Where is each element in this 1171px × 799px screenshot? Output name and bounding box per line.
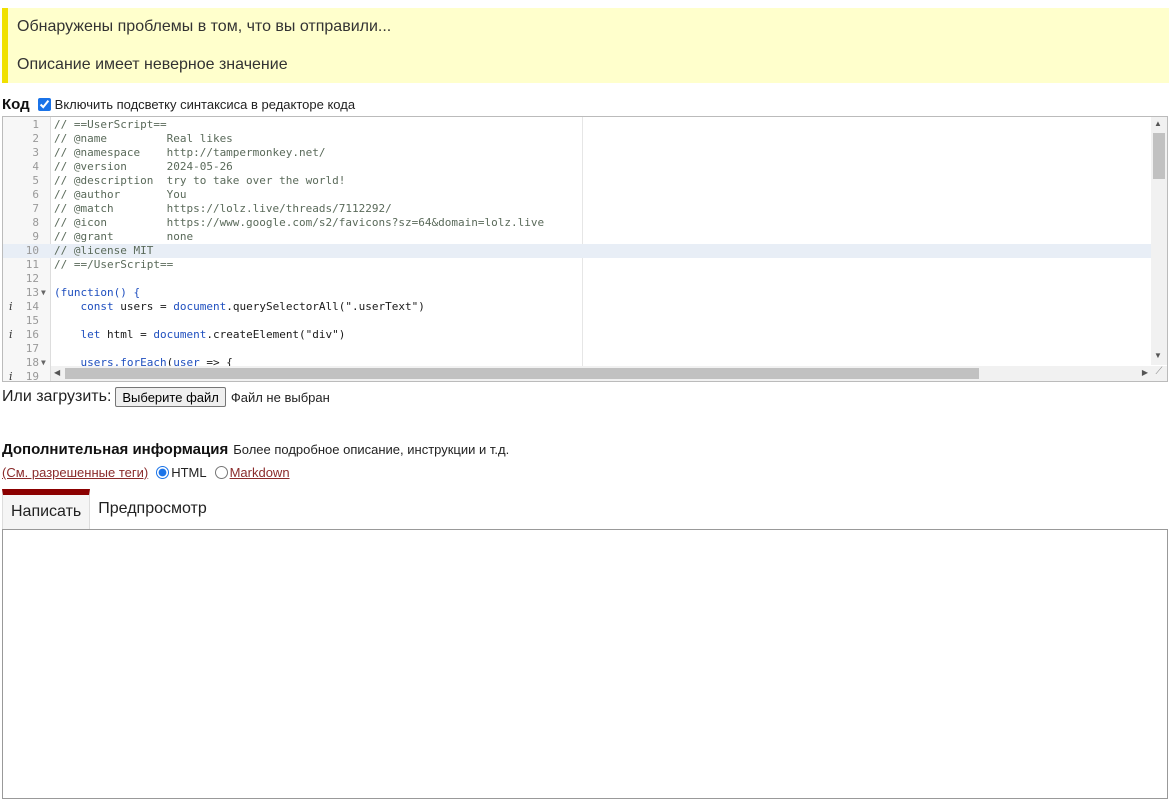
code-line[interactable]: 17 xyxy=(3,342,1167,356)
vertical-scroll-thumb[interactable] xyxy=(1153,133,1165,179)
code-text: // @match https://lolz.live/threads/7112… xyxy=(54,202,392,215)
fold-icon[interactable]: ▼ xyxy=(41,286,46,300)
line-number: 1 xyxy=(32,118,39,131)
line-number: 4 xyxy=(32,160,39,173)
code-line[interactable]: 5 // @description try to take over the wo… xyxy=(3,174,1167,188)
format-markdown-link[interactable]: Markdown xyxy=(230,465,290,480)
code-text: // @name Real likes xyxy=(54,132,233,145)
scroll-left-icon[interactable]: ◀ xyxy=(54,368,60,377)
line-number: 14 xyxy=(25,300,39,313)
code-line[interactable]: i 16 let html = document.createElement("d… xyxy=(3,328,1167,342)
code-editor[interactable]: 1 // ==UserScript== 2 // @name Real likes 3 /… xyxy=(2,116,1168,382)
line-number: 7 xyxy=(32,202,39,215)
format-html-label[interactable]: HTML xyxy=(171,465,206,480)
info-icon: i xyxy=(9,328,13,341)
scroll-right-icon[interactable]: ▶ xyxy=(1142,368,1148,377)
code-text: // @icon https://www.google.com/s2/favic… xyxy=(54,216,545,229)
code-line[interactable]: 13 ▼ (function() { xyxy=(3,286,1167,300)
info-icon: i xyxy=(9,370,13,382)
line-number: 3 xyxy=(32,146,39,159)
vertical-scrollbar[interactable]: ▲ ▼ xyxy=(1151,117,1167,365)
code-line[interactable]: 4 // @version 2024-05-26 xyxy=(3,160,1167,174)
code-text: // @version 2024-05-26 xyxy=(54,160,233,173)
code-line[interactable]: 9 // @grant none xyxy=(3,230,1167,244)
scroll-up-icon[interactable]: ▲ xyxy=(1154,119,1162,128)
resize-grip-icon[interactable]: ⟋ xyxy=(1151,366,1167,381)
syntax-highlight-checkbox[interactable] xyxy=(37,97,51,111)
line-number: 19 xyxy=(25,370,39,382)
code-line[interactable]: 11 // ==/UserScript== xyxy=(3,258,1167,272)
code-line[interactable]: 2 // @name Real likes xyxy=(3,132,1167,146)
line-number: 2 xyxy=(32,132,39,145)
code-text: // @namespace http://tampermonkey.net/ xyxy=(54,146,326,159)
code-line[interactable]: i 14 const users = document.querySelector… xyxy=(3,300,1167,314)
code-line[interactable]: 15 xyxy=(3,314,1167,328)
additional-info-description: Более подробное описание, инструкции и т… xyxy=(233,442,510,457)
fold-icon[interactable]: ▼ xyxy=(41,356,46,370)
tab-write[interactable]: Написать xyxy=(2,489,91,529)
line-number: 13 xyxy=(25,286,39,299)
horizontal-scroll-thumb[interactable] xyxy=(65,368,979,379)
code-line[interactable]: 10 // @license MIT xyxy=(3,244,1167,258)
code-text: const users = document.querySelectorAll(… xyxy=(80,300,425,313)
line-number: 18 xyxy=(25,356,39,369)
code-text: (function() { xyxy=(54,286,141,299)
alert-title: Обнаружены проблемы в том, что вы отправ… xyxy=(17,18,392,35)
format-html-radio[interactable] xyxy=(156,466,170,479)
line-number: 9 xyxy=(32,230,39,243)
line-number: 10 xyxy=(25,244,39,257)
code-label-row: Код Включить подсветку синтаксиса в реда… xyxy=(2,95,355,113)
code-line[interactable]: 8 // @icon https://www.google.com/s2/favi… xyxy=(3,216,1167,230)
line-number: 8 xyxy=(32,216,39,229)
code-line[interactable]: 3 // @namespace http://tampermonkey.net/ xyxy=(3,146,1167,160)
file-status: Файл не выбран xyxy=(230,389,330,405)
code-text: // @description try to take over the wor… xyxy=(54,174,346,187)
line-number: 17 xyxy=(25,342,39,355)
tab-preview[interactable]: Предпросмотр xyxy=(90,489,215,529)
code-label: Код xyxy=(2,95,30,113)
code-line[interactable]: 1 // ==UserScript== xyxy=(3,118,1167,132)
code-lines[interactable]: 1 // ==UserScript== 2 // @name Real likes 3 /… xyxy=(3,118,1167,382)
code-line[interactable]: 12 xyxy=(3,272,1167,286)
code-text: // @license MIT xyxy=(54,244,154,257)
additional-info-textarea[interactable] xyxy=(2,529,1168,799)
code-text: let html = document.createElement("div") xyxy=(80,328,346,341)
allowed-tags-link[interactable]: (См. разрешенные теги) xyxy=(2,465,148,480)
code-text: // ==/UserScript== xyxy=(54,258,174,271)
horizontal-scrollbar[interactable]: ◀ ▶ xyxy=(51,366,1151,381)
choose-file-button[interactable]: Выберите файл xyxy=(115,387,226,407)
error-alert: Обнаружены проблемы в том, что вы отправ… xyxy=(2,8,1169,83)
upload-row: Или загрузить: Выберите файл Файл не выб… xyxy=(2,386,330,408)
line-number: 6 xyxy=(32,188,39,201)
info-icon: i xyxy=(9,300,13,313)
editor-tabs: Написать Предпросмотр xyxy=(2,489,215,529)
syntax-highlight-label[interactable]: Включить подсветку синтаксиса в редактор… xyxy=(55,97,355,112)
line-number: 15 xyxy=(25,314,39,327)
code-text: // @grant none xyxy=(54,230,194,243)
code-line[interactable]: 7 // @match https://lolz.live/threads/711… xyxy=(3,202,1167,216)
line-number: 12 xyxy=(25,272,39,285)
additional-info-row: Дополнительная информация Более подробно… xyxy=(2,441,509,458)
code-text: // ==UserScript== xyxy=(54,118,167,131)
format-markdown-radio[interactable] xyxy=(214,466,228,479)
additional-info-title: Дополнительная информация xyxy=(2,441,229,458)
code-text: // @author You xyxy=(54,188,187,201)
code-line[interactable]: 6 // @author You xyxy=(3,188,1167,202)
upload-label: Или загрузить: xyxy=(2,388,112,405)
scroll-down-icon[interactable]: ▼ xyxy=(1154,351,1162,360)
format-row: (См. разрешенные теги) HTML Markdown xyxy=(2,465,290,480)
alert-message: Описание имеет неверное значение xyxy=(17,56,288,73)
line-number: 11 xyxy=(25,258,39,271)
line-number: 5 xyxy=(32,174,39,187)
line-number: 16 xyxy=(25,328,39,341)
